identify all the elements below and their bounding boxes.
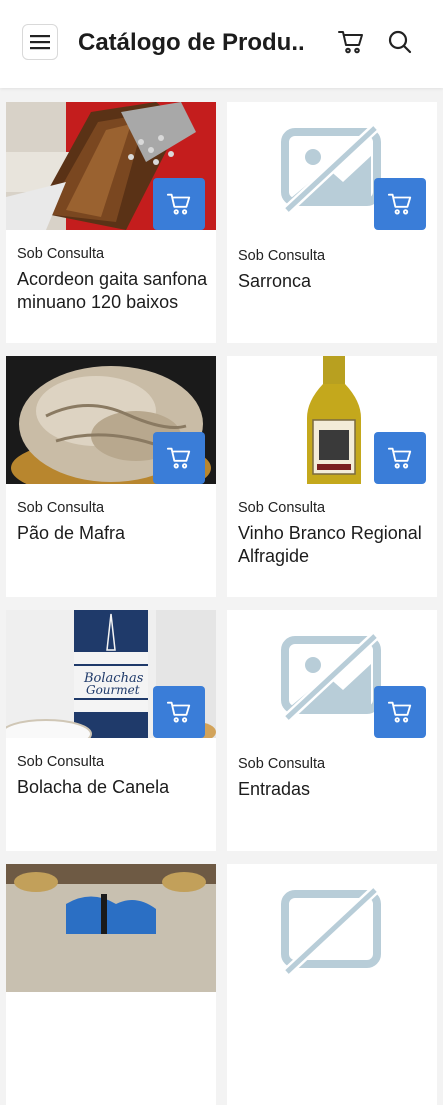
tin-label-line2: Gourmet: [86, 683, 140, 697]
cart-icon: [387, 447, 412, 469]
product-card[interactable]: Bolachas Gourmet Sob Consulta Bolacha de…: [6, 610, 216, 851]
app-bar: Catálogo de Produ..: [0, 0, 443, 88]
product-image: [227, 864, 437, 992]
product-card[interactable]: [6, 864, 216, 1105]
product-price: Sob Consulta: [238, 500, 326, 516]
product-card[interactable]: Sob Consulta Entradas: [227, 610, 437, 851]
product-name: Bolacha de Canela: [17, 777, 170, 797]
product-price: Sob Consulta: [238, 248, 326, 264]
cart-icon: [166, 701, 191, 723]
page-title: Catálogo de Produ..: [78, 29, 305, 56]
add-to-cart-button[interactable]: [374, 432, 426, 484]
guitar-photo: [6, 864, 216, 992]
cart-button[interactable]: [337, 28, 365, 56]
search-icon: [388, 30, 412, 54]
image-placeholder-icon: [227, 864, 437, 992]
product-name: Pão de Mafra: [17, 523, 126, 543]
product-price: Sob Consulta: [17, 500, 105, 516]
product-image: [6, 864, 216, 992]
product-name: Entradas: [238, 779, 311, 799]
add-to-cart-button[interactable]: [153, 432, 205, 484]
product-name: Acordeon gaita sanfona minuano 120 baixo…: [17, 269, 208, 312]
product-price: Sob Consulta: [238, 756, 326, 772]
add-to-cart-button[interactable]: [153, 178, 205, 230]
product-name: Vinho Branco Regional Alfragide: [238, 523, 422, 566]
add-to-cart-button[interactable]: [374, 178, 426, 230]
product-price: Sob Consulta: [17, 754, 105, 770]
cart-icon: [166, 447, 191, 469]
product-grid: Sob Consulta Acordeon gaita sanfona minu…: [6, 102, 437, 1105]
cart-icon: [387, 193, 412, 215]
search-button[interactable]: [386, 28, 414, 56]
add-to-cart-button[interactable]: [153, 686, 205, 738]
hamburger-menu-icon: [30, 35, 50, 50]
product-card[interactable]: Sob Consulta Pão de Mafra: [6, 356, 216, 597]
add-to-cart-button[interactable]: [374, 686, 426, 738]
product-name: Sarronca: [238, 271, 312, 291]
menu-button[interactable]: [22, 24, 58, 60]
product-card[interactable]: Sob Consulta Acordeon gaita sanfona minu…: [6, 102, 216, 343]
product-card[interactable]: Sob Consulta Sarronca: [227, 102, 437, 343]
product-price: Sob Consulta: [17, 246, 105, 262]
cart-icon: [166, 193, 191, 215]
cart-icon: [387, 701, 412, 723]
product-card[interactable]: Sob Consulta Vinho Branco Regional Alfra…: [227, 356, 437, 597]
shopping-cart-icon: [338, 31, 363, 54]
product-card[interactable]: [227, 864, 437, 1105]
